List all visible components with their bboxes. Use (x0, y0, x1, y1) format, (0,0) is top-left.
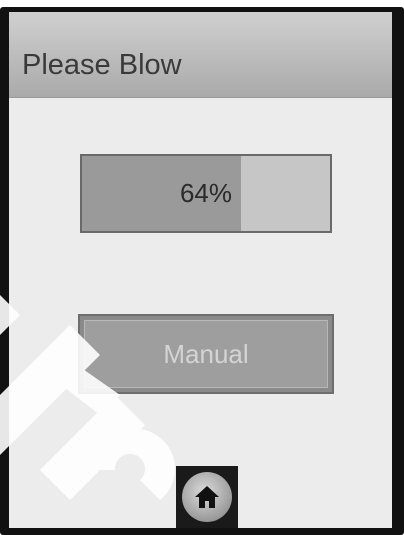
page-title: Please Blow (22, 49, 182, 81)
home-icon (195, 486, 219, 508)
home-button[interactable] (176, 466, 238, 528)
progress-bar: 64% (80, 154, 332, 233)
manual-button-label: Manual (163, 338, 249, 369)
progress-label: 64% (179, 178, 233, 208)
manual-button[interactable]: Manual (78, 314, 334, 394)
touch-screen: Please Blow 64% Manual (9, 12, 392, 528)
home-button-circle (182, 472, 232, 522)
title-bar: Please Blow (9, 12, 392, 98)
device: Please Blow 64% Manual (0, 0, 404, 535)
